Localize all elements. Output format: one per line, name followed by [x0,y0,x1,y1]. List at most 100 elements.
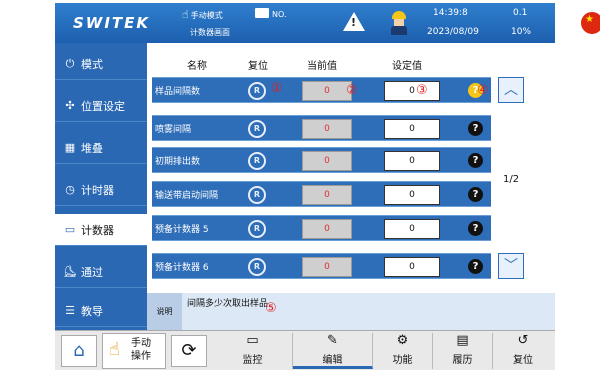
folder-icon [255,8,269,18]
manual-operation-button[interactable]: ☝ 手动操作 [102,333,166,369]
sidebar-item-counter[interactable]: ▭ 计数器 [55,214,151,246]
setting-input[interactable]: 0 [384,257,440,277]
current-value: 0 [302,257,352,277]
reset-icon[interactable]: R [248,120,266,138]
setting-input[interactable]: 0 [384,219,440,239]
history-icon: ▤ [456,333,469,348]
row-name: 输送带启动间隔 [155,191,219,201]
logo: SWITEK [73,14,151,32]
counter-icon: ▭ [64,222,76,236]
tab-label: 履历 [452,355,473,366]
cycle-button[interactable]: ⟳ [171,335,207,367]
reset-icon[interactable]: R [248,220,266,238]
current-value: 0 [302,119,352,139]
header-name: 名称 [187,61,207,72]
program-number[interactable]: NO. [255,8,287,19]
warning-icon[interactable] [343,12,365,31]
mode-indicator: ☝ 手动模式 [182,8,223,21]
annotation-marker: ③ [416,83,428,98]
sidebar-item-teach[interactable]: ☰ 教导 [55,295,147,327]
setting-input[interactable]: 0 [384,185,440,205]
help-icon[interactable]: ? [468,121,483,136]
help-text: 间隔多少次取出样品 [187,299,269,309]
clock-time: 14:39:8 [433,8,468,18]
tab-function[interactable]: ⚙ 功能 [373,333,433,369]
reset-icon[interactable]: R [248,82,266,100]
help-icon[interactable]: ? [468,153,483,168]
row-name: 初期排出数 [155,157,201,167]
scroll-up-button[interactable]: ︿ [498,77,524,103]
tab-reset[interactable]: ↺ 复位 [493,333,553,369]
sidebar: ⏻ 模式 ✣ 位置设定 ▦ 堆叠 ◷ 计时器 ▭ 计数器 ⛸ 通过 ☰ 教导 [55,43,151,333]
tab-edit[interactable]: ✎ 编辑 [293,333,373,369]
annotation-marker: ① [271,81,283,96]
tab-history[interactable]: ▤ 履历 [433,333,493,369]
operator-icon[interactable] [389,11,409,35]
hand-pointer-icon: ☝ [109,339,120,360]
current-value: 0 [302,185,352,205]
reset-icon[interactable]: R [248,152,266,170]
row-name: 预备计数器 6 [155,263,209,273]
setting-input[interactable]: 0 [384,151,440,171]
tab-label: 监控 [242,355,263,366]
hand-icon: ☝ [182,8,189,21]
setting-input[interactable]: 0 [384,81,440,101]
help-bar: 说明 间隔多少次取出样品 ⑤ [147,293,555,330]
table-row: 样品间隔数 R 0 0 ? [152,77,491,103]
setting-input[interactable]: 0 [384,119,440,139]
help-icon[interactable]: ? [468,259,483,274]
row-name: 喷雾间隔 [155,125,192,135]
annotation-marker: ④ [477,83,489,98]
stack-icon: ▦ [64,140,76,154]
speed-percent[interactable]: 10% [511,27,531,37]
sidebar-item-stack[interactable]: ▦ 堆叠 [55,132,147,164]
edit-icon: ✎ [327,333,338,348]
pass-icon: ⛸ [63,264,77,278]
row-name: 预备计数器 5 [155,225,209,235]
timer-icon: ◷ [65,182,75,196]
header-current: 当前值 [307,61,337,72]
header-setting: 设定值 [392,61,422,72]
top-bar: SWITEK ☝手动模式 计数器画面 NO. 14:39:8 2023/08/0… [55,3,600,43]
teach-icon: ☰ [65,303,75,317]
gear-icon: ⚙ [396,333,409,348]
clock-date: 2023/08/09 [427,27,479,37]
tab-monitor[interactable]: ▭ 监控 [213,333,293,369]
tab-label: 编辑 [322,355,343,366]
current-value: 0 [302,151,352,171]
table-row: 初期排出数 R 0 0 ? [152,147,491,173]
monitor-icon: ▭ [246,333,259,348]
bottom-bar: ⌂ ☝ 手动操作 ⟳ ▭ 监控 ✎ 编辑 ⚙ 功能 ▤ 履历 ↺ 复位 [55,330,555,370]
scroll-down-button[interactable]: ﹀ [498,253,524,279]
sidebar-item-position[interactable]: ✣ 位置设定 [55,90,147,122]
sidebar-item-label: 计时器 [81,183,114,197]
sidebar-item-label: 计数器 [81,223,114,237]
sidebar-item-label: 位置设定 [81,99,125,113]
table-row: 喷雾间隔 R 0 0 ? [152,115,491,141]
sidebar-item-timer[interactable]: ◷ 计时器 [55,174,147,206]
help-icon[interactable]: ? [468,187,483,202]
home-button[interactable]: ⌂ [61,335,97,367]
current-value: 0 [302,81,352,101]
language-flag-icon[interactable] [580,11,600,35]
help-label: 说明 [147,293,182,330]
table-row: 预备计数器 6 R 0 0 ? [152,253,491,279]
tab-label: 复位 [513,355,533,366]
mode-label: 手动模式 [190,11,223,20]
row-name: 样品间隔数 [155,87,201,97]
sidebar-item-pass[interactable]: ⛸ 通过 [55,256,147,288]
manual-label-2: 操作 [131,351,151,362]
current-value: 0 [302,219,352,239]
help-icon[interactable]: ? [468,221,483,236]
annotation-marker: ⑤ [265,301,277,316]
manual-label-1: 手动 [131,338,151,349]
version-value: 0.1 [513,8,528,18]
table-row: 预备计数器 5 R 0 0 ? [152,215,491,241]
table-row: 输送带启动间隔 R 0 0 ? [152,181,491,207]
sidebar-item-label: 堆叠 [81,141,103,155]
sidebar-item-mode[interactable]: ⏻ 模式 [55,48,147,80]
counter-table: 名称 复位 当前值 设定值 样品间隔数 R 0 0 ? ① ② ③ ④ 喷雾间隔… [147,43,555,293]
reset-icon[interactable]: R [248,258,266,276]
reset-icon[interactable]: R [248,186,266,204]
reset-icon: ↺ [517,333,529,348]
